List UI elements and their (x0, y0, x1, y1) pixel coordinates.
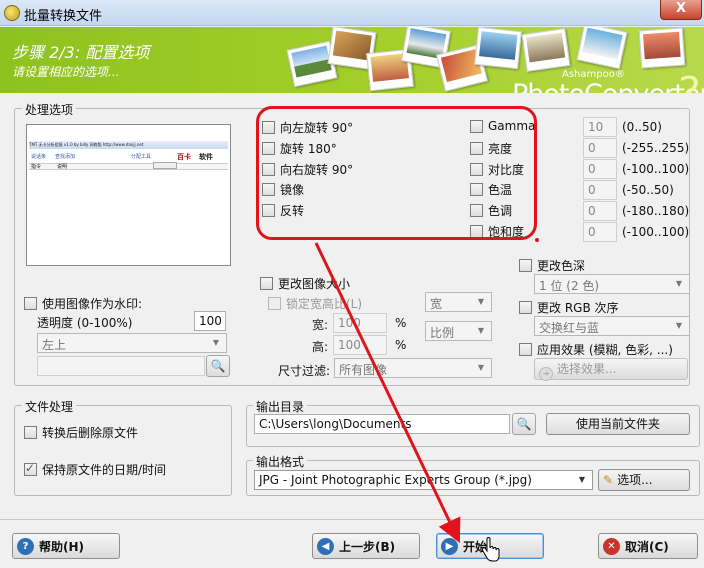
annotation-arrow (314, 238, 539, 544)
hand-cursor-icon (482, 537, 500, 562)
app-window: 批量转换文件 X 步骤 2/3: 配置选项 请设置相应的选项... Ashamp… (0, 0, 704, 568)
